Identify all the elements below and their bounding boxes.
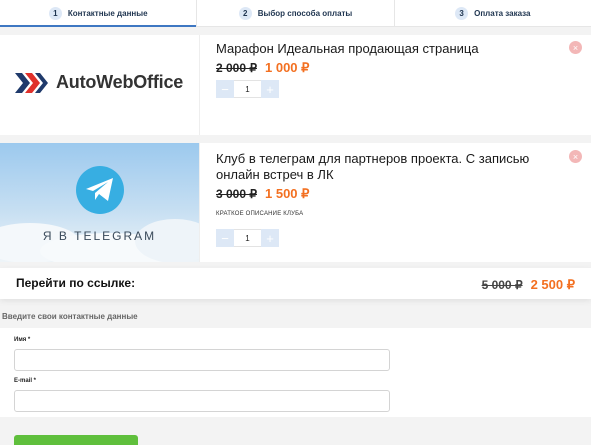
email-field[interactable] <box>14 390 390 412</box>
product-prices: 2 000 ₽ 1 000 ₽ <box>216 60 309 76</box>
total-label: Перейти по ссылке: <box>16 276 136 290</box>
step-contact-data[interactable]: 1 Контактные данные <box>0 0 198 27</box>
product-title: Марафон Идеальная продающая страница <box>216 41 479 56</box>
submit-button[interactable] <box>14 435 138 445</box>
increase-button[interactable]: + <box>261 229 279 247</box>
email-label: E-mail * <box>14 378 37 384</box>
cart-item-telegram-club: Я В TELEGRAM Клуб в телеграм для партнер… <box>0 143 591 262</box>
quantity-stepper: − 1 + <box>216 229 279 247</box>
logo-text: AutoWebOffice <box>56 72 184 92</box>
autoweboffice-logo: AutoWebOffice <box>15 72 183 93</box>
total-prices: 5 000 ₽ 2 500 ₽ <box>482 277 575 293</box>
old-price: 3 000 ₽ <box>216 187 257 201</box>
new-price: 1 500 ₽ <box>265 186 310 201</box>
step-number: 3 <box>455 6 469 20</box>
old-price: 2 000 ₽ <box>216 61 257 75</box>
telegram-icon <box>76 166 124 214</box>
step-label: Выбор способа оплаты <box>257 8 353 18</box>
product-title: Клуб в телеграм для партнеров проекта. С… <box>216 151 530 182</box>
cart-item-marathon: AutoWebOffice Марафон Идеальная продающа… <box>0 35 591 135</box>
remove-item-icon[interactable]: × <box>569 150 582 163</box>
total-old-price: 5 000 ₽ <box>481 278 523 292</box>
decrease-button[interactable]: − <box>216 80 234 98</box>
step-order-payment[interactable]: 3 Оплата заказа <box>395 0 591 26</box>
contact-form: Имя * E-mail * <box>0 328 591 417</box>
telegram-banner-text: Я В TELEGRAM <box>42 229 157 243</box>
contact-heading: Введите свои контактные данные <box>2 312 138 321</box>
quantity-stepper: − 1 + <box>216 80 279 98</box>
name-field[interactable] <box>14 349 390 371</box>
step-number: 1 <box>48 6 62 20</box>
step-label: Оплата заказа <box>474 8 531 18</box>
step-number: 2 <box>238 6 252 20</box>
decrease-button[interactable]: − <box>216 229 234 247</box>
chevrons-logo-icon <box>15 72 48 93</box>
product-image: Я В TELEGRAM <box>0 143 200 262</box>
quantity-value[interactable]: 1 <box>234 229 261 247</box>
step-label: Контактные данные <box>67 8 148 18</box>
quantity-value[interactable]: 1 <box>234 80 261 98</box>
checkout-steps: 1 Контактные данные 2 Выбор способа опла… <box>0 0 591 27</box>
name-label: Имя * <box>14 337 31 343</box>
product-prices: 3 000 ₽ 1 500 ₽ <box>216 186 309 202</box>
new-price: 1 000 ₽ <box>265 60 310 75</box>
increase-button[interactable]: + <box>261 80 279 98</box>
order-total: Перейти по ссылке: 5 000 ₽ 2 500 ₽ <box>0 268 591 299</box>
step-payment-method[interactable]: 2 Выбор способа оплаты <box>197 0 395 26</box>
total-new-price: 2 500 ₽ <box>530 277 575 292</box>
remove-item-icon[interactable]: × <box>569 41 582 54</box>
product-image: AutoWebOffice <box>0 35 200 135</box>
product-description: КРАТКОЕ ОПИСАНИЕ КЛУБА <box>216 211 304 217</box>
